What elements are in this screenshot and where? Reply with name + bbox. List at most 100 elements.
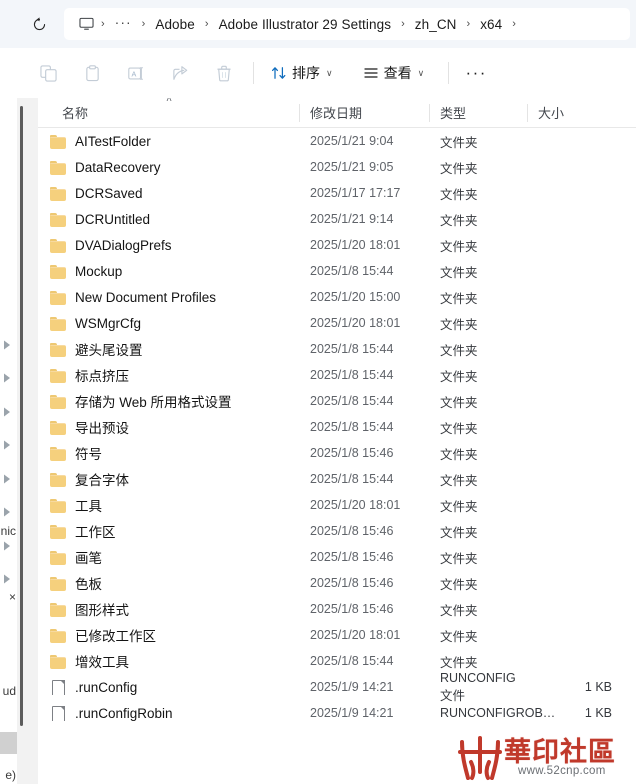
- file-name-cell[interactable]: 标点挤压: [38, 365, 300, 385]
- more-options-button[interactable]: ···: [458, 57, 494, 89]
- toolbar-divider: [253, 62, 254, 84]
- file-type-cell: RUNCONFIGROB…: [440, 706, 556, 720]
- file-name-cell[interactable]: 工具: [38, 495, 300, 515]
- monitor-icon[interactable]: [76, 15, 96, 33]
- column-header-size[interactable]: 大小: [528, 98, 636, 128]
- nav-chevron-icon[interactable]: [0, 405, 16, 417]
- folder-icon: [50, 550, 67, 565]
- file-name-label: DataRecovery: [75, 159, 161, 175]
- file-name-cell[interactable]: DCRUntitled: [38, 212, 300, 227]
- table-row[interactable]: 工具 2025/1/20 18:01 文件夹: [38, 492, 636, 518]
- breadcrumb-item-illustrator-settings[interactable]: Adobe Illustrator 29 Settings: [214, 14, 397, 35]
- table-row[interactable]: WSMgrCfg 2025/1/20 18:01 文件夹: [38, 310, 636, 336]
- view-label: 查看: [383, 65, 412, 81]
- file-name-cell[interactable]: 增效工具: [38, 651, 300, 671]
- navigation-pane-gutter: nic × ud e): [0, 98, 38, 784]
- file-name-cell[interactable]: 已修改工作区: [38, 625, 300, 645]
- breadcrumb-item-adobe[interactable]: Adobe: [150, 14, 200, 35]
- file-date-cell: 2025/1/8 15:44: [310, 472, 394, 486]
- file-date-cell: 2025/1/8 15:46: [310, 446, 394, 460]
- table-row[interactable]: .runConfigRobin 2025/1/9 14:21 RUNCONFIGRO…: [38, 700, 636, 726]
- file-name-cell[interactable]: 避头尾设置: [38, 339, 300, 359]
- file-name-cell[interactable]: .runConfig: [38, 679, 300, 695]
- file-name-cell[interactable]: 导出预设: [38, 417, 300, 437]
- nav-label-fragment[interactable]: ud: [0, 684, 17, 698]
- breadcrumb-item-zh-cn[interactable]: zh_CN: [410, 14, 462, 35]
- file-type-cell: RUNCONFIG 文件: [440, 670, 516, 703]
- nav-label-fragment[interactable]: ×: [0, 590, 17, 604]
- chevron-down-icon: ∨: [417, 67, 425, 78]
- nav-chevron-icon[interactable]: [0, 371, 16, 383]
- file-name-cell[interactable]: 画笔: [38, 547, 300, 567]
- breadcrumb[interactable]: › ··· › Adobe › Adobe Illustrator 29 Set…: [64, 8, 630, 40]
- file-date-cell: 2025/1/8 15:46: [310, 550, 394, 564]
- nav-label-fragment[interactable]: e): [0, 768, 17, 782]
- file-name-cell[interactable]: 存储为 Web 所用格式设置: [38, 391, 300, 411]
- share-button[interactable]: [160, 56, 200, 90]
- nav-chevron-icon[interactable]: [0, 539, 16, 551]
- sort-label: 排序: [292, 65, 320, 81]
- file-type-cell: 文件夹: [440, 265, 478, 280]
- file-name-cell[interactable]: Mockup: [38, 264, 300, 279]
- table-row[interactable]: DataRecovery 2025/1/21 9:05 文件夹: [38, 154, 636, 180]
- file-name-cell[interactable]: 色板: [38, 573, 300, 593]
- table-row[interactable]: 导出预设 2025/1/8 15:44 文件夹: [38, 414, 636, 440]
- folder-icon: [50, 524, 67, 539]
- nav-chevron-icon[interactable]: [0, 505, 16, 517]
- table-row[interactable]: .runConfig 2025/1/9 14:21 RUNCONFIG 文件 1 KB: [38, 671, 636, 703]
- file-name-label: 避头尾设置: [75, 343, 143, 358]
- file-name-cell[interactable]: DataRecovery: [38, 160, 300, 175]
- table-row[interactable]: DCRUntitled 2025/1/21 9:14 文件夹: [38, 206, 636, 232]
- nav-selected-item[interactable]: [0, 732, 17, 754]
- table-row[interactable]: DCRSaved 2025/1/17 17:17 文件夹: [38, 180, 636, 206]
- column-header-date[interactable]: 修改日期: [300, 98, 430, 128]
- breadcrumb-separator: ›: [512, 18, 516, 30]
- table-row[interactable]: Mockup 2025/1/8 15:44 文件夹: [38, 258, 636, 284]
- table-row[interactable]: 存储为 Web 所用格式设置 2025/1/8 15:44 文件夹: [38, 388, 636, 414]
- table-row[interactable]: 色板 2025/1/8 15:46 文件夹: [38, 570, 636, 596]
- refresh-button[interactable]: [22, 9, 56, 39]
- table-row[interactable]: 增效工具 2025/1/8 15:44 文件夹: [38, 648, 636, 674]
- file-name-cell[interactable]: DVADialogPrefs: [38, 238, 300, 253]
- table-row[interactable]: 图形样式 2025/1/8 15:46 文件夹: [38, 596, 636, 622]
- nav-chevron-icon[interactable]: [0, 438, 16, 450]
- table-row[interactable]: 符号 2025/1/8 15:46 文件夹: [38, 440, 636, 466]
- table-row[interactable]: 避头尾设置 2025/1/8 15:44 文件夹: [38, 336, 636, 362]
- table-row[interactable]: AITestFolder 2025/1/21 9:04 文件夹: [38, 128, 636, 154]
- file-name-cell[interactable]: 复合字体: [38, 469, 300, 489]
- file-name-cell[interactable]: 图形样式: [38, 599, 300, 619]
- table-row[interactable]: DVADialogPrefs 2025/1/20 18:01 文件夹: [38, 232, 636, 258]
- table-row[interactable]: 标点挤压 2025/1/8 15:44 文件夹: [38, 362, 636, 388]
- rename-button[interactable]: A: [116, 56, 156, 90]
- delete-button[interactable]: [204, 56, 244, 90]
- nav-label-fragment[interactable]: nic: [0, 524, 17, 538]
- file-type-cell: 文件夹: [440, 499, 478, 514]
- table-row[interactable]: 复合字体 2025/1/8 15:44 文件夹: [38, 466, 636, 492]
- column-header-name[interactable]: ˄ 名称: [38, 98, 300, 128]
- table-row[interactable]: 画笔 2025/1/8 15:46 文件夹: [38, 544, 636, 570]
- file-name-cell[interactable]: New Document Profiles: [38, 290, 300, 305]
- nav-chevron-icon[interactable]: [0, 572, 16, 584]
- breadcrumb-item-x64[interactable]: x64: [475, 14, 507, 35]
- copy-icon: [39, 64, 57, 82]
- view-button[interactable]: 查看 ∨: [355, 57, 433, 89]
- breadcrumb-overflow[interactable]: ···: [110, 14, 137, 34]
- nav-chevron-icon[interactable]: [0, 338, 16, 350]
- nav-pane-scrollbar[interactable]: [20, 106, 23, 726]
- file-name-cell[interactable]: 符号: [38, 443, 300, 463]
- file-name-cell[interactable]: 工作区: [38, 521, 300, 541]
- copy-button[interactable]: [28, 56, 68, 90]
- table-row[interactable]: 工作区 2025/1/8 15:46 文件夹: [38, 518, 636, 544]
- folder-icon: [50, 342, 67, 357]
- column-header-type[interactable]: 类型: [430, 98, 528, 128]
- file-name-cell[interactable]: AITestFolder: [38, 134, 300, 149]
- paste-button[interactable]: [72, 56, 112, 90]
- sort-button[interactable]: 排序 ∨: [263, 57, 341, 89]
- file-name-cell[interactable]: DCRSaved: [38, 186, 300, 201]
- file-name-cell[interactable]: WSMgrCfg: [38, 316, 300, 331]
- table-row[interactable]: 已修改工作区 2025/1/20 18:01 文件夹: [38, 622, 636, 648]
- file-date-cell: 2025/1/8 15:44: [310, 654, 394, 668]
- nav-chevron-icon[interactable]: [0, 472, 16, 484]
- table-row[interactable]: New Document Profiles 2025/1/20 15:00 文件夹: [38, 284, 636, 310]
- file-name-cell[interactable]: .runConfigRobin: [38, 705, 300, 721]
